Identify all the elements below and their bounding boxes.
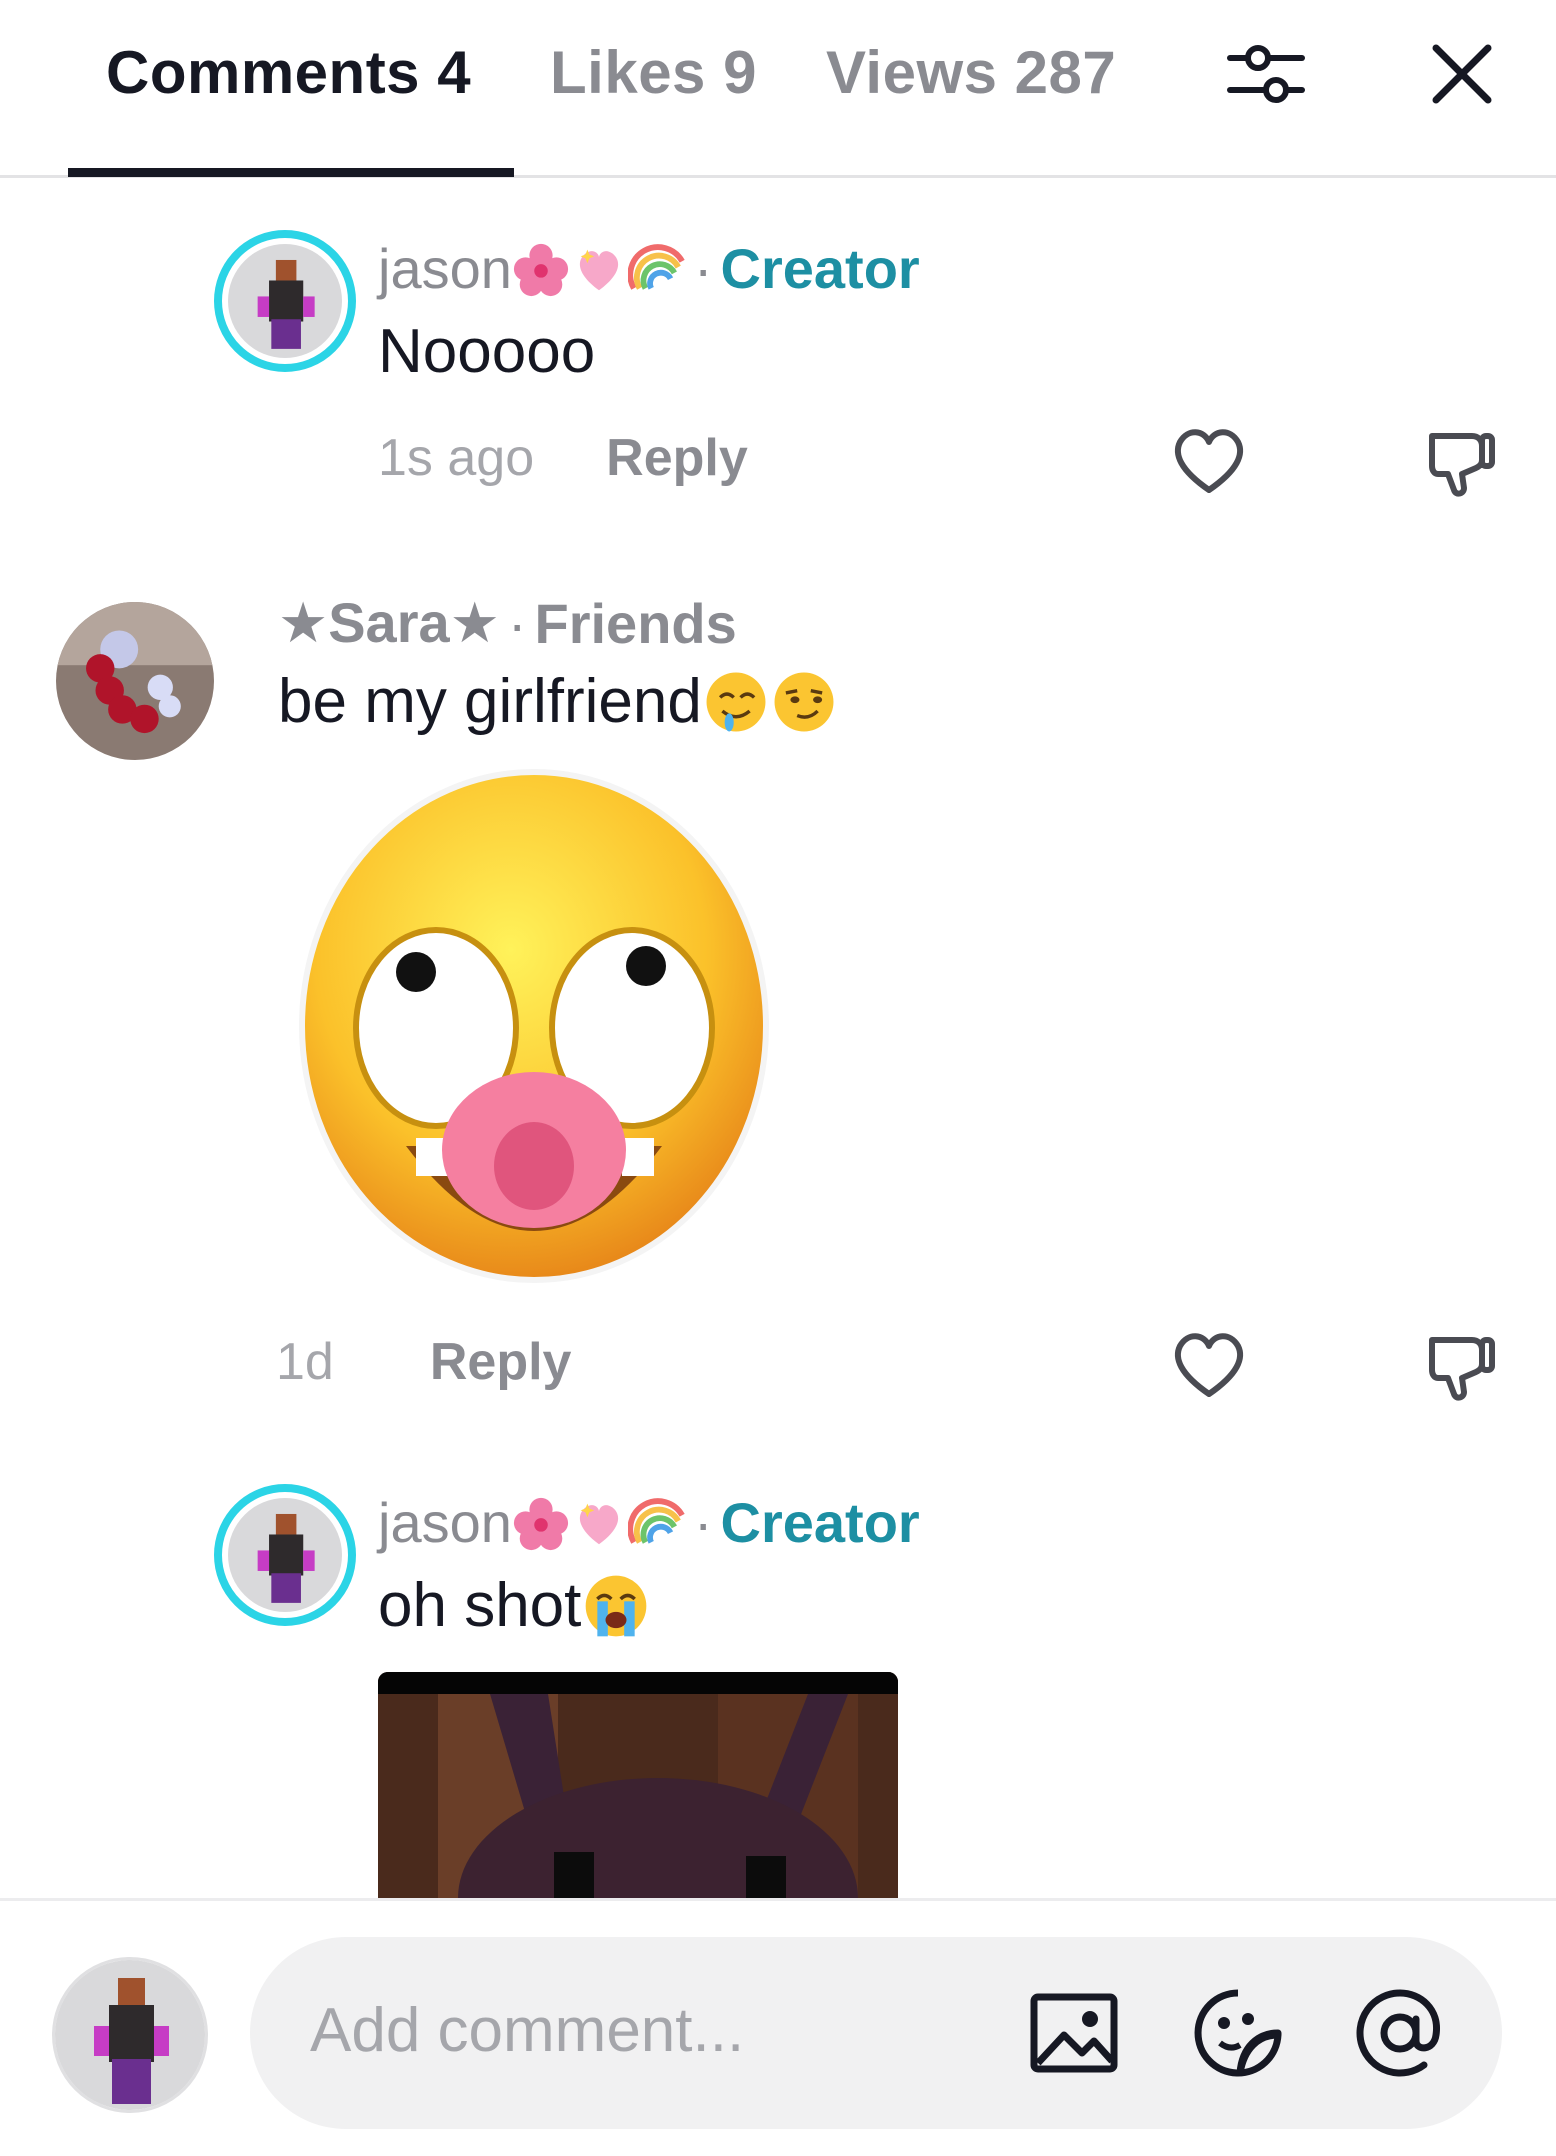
friends-badge: Friends — [534, 591, 737, 655]
comment-text: Nooooo — [378, 317, 596, 386]
comment-text-line: oh shot — [378, 1570, 651, 1641]
sparkling-heart-emoji — [579, 249, 618, 290]
avatar[interactable] — [214, 1484, 356, 1626]
avatar-image — [56, 602, 214, 760]
comment-meta: 1d Reply — [276, 1332, 571, 1392]
reply-button[interactable]: Reply — [606, 428, 748, 488]
timestamp: 1s ago — [378, 429, 535, 487]
comment-composer: Add comment... — [0, 1898, 1556, 2156]
username[interactable]: jason — [378, 236, 512, 301]
username[interactable]: jason — [378, 1490, 512, 1555]
drooling-face-emoji — [706, 672, 766, 731]
separator: · — [693, 1491, 713, 1554]
timestamp: 1d — [276, 1333, 334, 1391]
comment-author-line: ★Sara★ · Friends — [278, 590, 737, 656]
sparkling-heart-emoji — [579, 1503, 618, 1544]
my-avatar[interactable] — [52, 1957, 208, 2113]
separator: · — [693, 237, 713, 300]
video-thumbnail[interactable] — [378, 1672, 898, 1898]
heart-icon[interactable] — [1166, 418, 1252, 504]
avatar-image — [228, 244, 342, 358]
active-tab-indicator — [68, 168, 514, 177]
mention-icon[interactable] — [1350, 1983, 1450, 2083]
reply-button[interactable]: Reply — [430, 1332, 572, 1392]
avatar-image — [55, 1960, 205, 2110]
avatar-image — [228, 1498, 342, 1612]
username[interactable]: ★Sara★ — [278, 590, 500, 656]
avatar[interactable] — [56, 602, 214, 760]
sliders-icon[interactable] — [1218, 26, 1314, 122]
smirking-face-emoji — [774, 672, 834, 731]
tab-views[interactable]: Views 287 — [826, 38, 1116, 107]
comments-header: Comments 4 Likes 9 Views 287 — [0, 0, 1556, 178]
video-thumbnail-image — [378, 1672, 898, 1898]
tab-comments[interactable]: Comments 4 — [106, 38, 471, 107]
comment-input[interactable]: Add comment... — [250, 1937, 1502, 2129]
rolling-eyes-tongue-emoji-sticker[interactable] — [296, 766, 772, 1286]
close-icon[interactable] — [1414, 26, 1510, 122]
dislike-icon[interactable] — [1418, 1322, 1504, 1408]
creator-badge: Creator — [720, 1491, 920, 1554]
sticker-icon[interactable] — [1188, 1983, 1288, 2083]
comment-author-line: jason · Creator — [378, 1490, 920, 1555]
dislike-icon[interactable] — [1418, 418, 1504, 504]
creator-badge: Creator — [720, 237, 920, 300]
tab-likes[interactable]: Likes 9 — [550, 38, 757, 107]
comment-text: oh shot — [378, 1571, 582, 1640]
comment-text-line: be my girlfriend — [278, 666, 838, 737]
heart-icon[interactable] — [1166, 1322, 1252, 1408]
rainbow-emoji — [627, 1497, 685, 1544]
comment-text: be my girlfriend — [278, 667, 702, 736]
avatar[interactable] — [214, 230, 356, 372]
loudly-crying-face-emoji — [586, 1575, 647, 1636]
image-icon[interactable] — [1024, 1983, 1124, 2083]
separator: · — [507, 591, 527, 655]
comment-meta: 1s ago Reply — [378, 428, 748, 488]
hibiscus-emoji — [513, 243, 568, 296]
comment-author-line: jason · Creator — [378, 236, 920, 301]
hibiscus-emoji — [513, 1497, 568, 1550]
comment-input-placeholder: Add comment... — [310, 1996, 745, 2065]
rainbow-emoji — [627, 243, 685, 290]
